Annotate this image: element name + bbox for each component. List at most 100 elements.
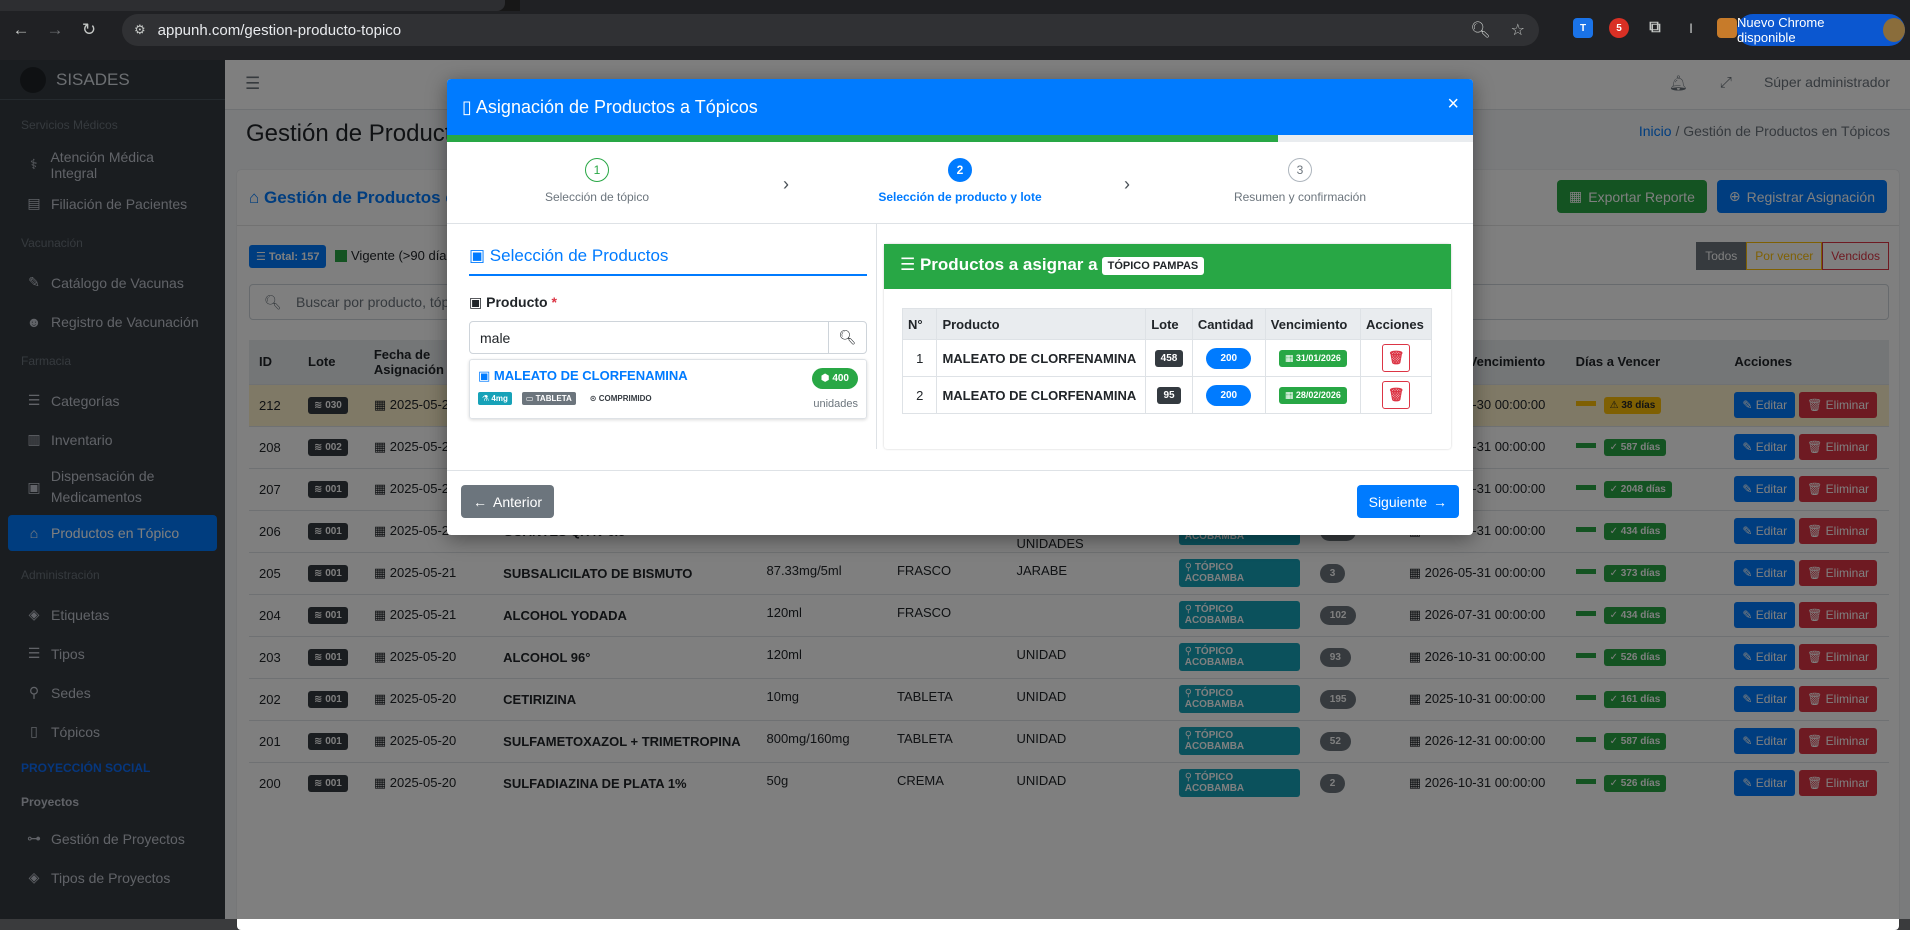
tag-text: TABLETA bbox=[535, 394, 572, 403]
zoom-icon[interactable]: 🔍︎ bbox=[1470, 20, 1490, 40]
cell-product: MALEATO DE CLORFENAMINA bbox=[936, 339, 1147, 377]
extension-translate-icon[interactable]: T bbox=[1573, 18, 1593, 38]
reload-icon[interactable]: ↻ bbox=[76, 20, 102, 40]
product-search-input[interactable]: male 🔍︎ bbox=[469, 321, 867, 354]
url-text: appunh.com/gestion-producto-topico bbox=[157, 21, 402, 39]
clipboard-icon: ▯ bbox=[462, 97, 476, 117]
extensions-puzzle-icon[interactable]: ⧉ bbox=[1645, 18, 1665, 38]
expiry-badge: ▦ 31/01/2026 bbox=[1278, 350, 1347, 367]
modal-title-text: Asignación de Productos a Tópicos bbox=[475, 97, 758, 117]
assigned-products-header: ☰ Productos a asignar a TÓPICO PAMPAS bbox=[884, 244, 1451, 289]
search-button[interactable]: 🔍︎ bbox=[828, 322, 866, 353]
profile-extension-icon[interactable] bbox=[1717, 18, 1737, 38]
quantity-badge[interactable]: 200 bbox=[1206, 384, 1252, 406]
cell-actions: 🗑︎ bbox=[1360, 339, 1432, 377]
cell-expiry: ▦ 31/01/2026 bbox=[1264, 339, 1362, 377]
modal-header: ▯ Asignación de Productos a Tópicos × bbox=[447, 79, 1473, 135]
expiry-value: 31/01/2026 bbox=[1295, 353, 1341, 363]
bookmark-star-icon[interactable]: ☆ bbox=[1511, 20, 1525, 40]
cubes-icon: ⬢ bbox=[820, 373, 833, 384]
modal-title: ▯ Asignación de Productos a Tópicos bbox=[462, 97, 758, 118]
cell-product: MALEATO DE CLORFENAMINA bbox=[936, 376, 1147, 414]
step-number: 3 bbox=[1288, 158, 1312, 182]
assigned-products-panel: ☰ Productos a asignar a TÓPICO PAMPAS N° P… bbox=[884, 244, 1451, 449]
column-header: Producto bbox=[936, 308, 1147, 340]
assigned-items-table: N° Producto Lote Cantidad Vencimiento Accione… bbox=[901, 308, 1432, 414]
product-selection-title: ▣ Selección de Productos bbox=[469, 246, 867, 276]
cell-quantity: 200 bbox=[1191, 339, 1266, 377]
active-tab[interactable] bbox=[0, 0, 505, 11]
assigned-row: 1 MALEATO DE CLORFENAMINA 458 200 ▦ 31/01/20… bbox=[901, 339, 1432, 377]
previous-button[interactable]: ← Anterior bbox=[461, 485, 555, 518]
calendar-icon: ▦ bbox=[1284, 353, 1296, 363]
search-result-item[interactable]: ▣ MALEATO DE CLORFENAMINA ⚗ 4mg ▭ TABLET… bbox=[469, 359, 867, 419]
tab-strip-fill bbox=[520, 0, 1910, 11]
result-tags: ⚗ 4mg ▭ TABLETA ⊙ COMPRIMIDO bbox=[478, 392, 858, 405]
site-info-icon[interactable]: ⚙ bbox=[134, 22, 146, 38]
lote-badge: 95 bbox=[1157, 387, 1181, 404]
back-icon[interactable]: ← bbox=[8, 20, 34, 40]
cell-quantity: 200 bbox=[1191, 376, 1266, 414]
cell-number: 1 bbox=[901, 339, 938, 377]
wizard-progress bbox=[447, 135, 1473, 142]
tab-strip bbox=[0, 0, 1910, 11]
panel-divider bbox=[876, 224, 877, 449]
cell-number: 2 bbox=[901, 376, 938, 414]
column-header: Vencimiento bbox=[1264, 308, 1362, 340]
step-label: Selección de producto y lote bbox=[878, 190, 1042, 204]
close-icon[interactable]: × bbox=[1447, 93, 1459, 116]
next-label: Siguiente bbox=[1368, 493, 1427, 510]
cell-lote: 458 bbox=[1145, 339, 1193, 377]
stock-unit: unidades bbox=[813, 398, 858, 410]
tag-text: COMPRIMIDO bbox=[598, 394, 652, 403]
wizard-progress-fill bbox=[447, 135, 1279, 142]
previous-label: Anterior bbox=[493, 493, 543, 510]
avatar[interactable] bbox=[1882, 18, 1905, 42]
cell-actions: 🗑︎ bbox=[1360, 376, 1432, 414]
step-1[interactable]: 1 Selección de tópico bbox=[487, 158, 707, 204]
chrome-update-button[interactable]: Nuevo Chrome disponible bbox=[1737, 14, 1905, 46]
extensions: T 5 ⧉ | bbox=[1573, 18, 1737, 38]
product-label: ▣ Producto * bbox=[469, 294, 867, 311]
column-header: Acciones bbox=[1360, 308, 1432, 340]
assigned-table-header-row: N° Producto Lote Cantidad Vencimiento Accione… bbox=[901, 308, 1432, 340]
cell-expiry: ▦ 28/02/2026 bbox=[1264, 376, 1362, 414]
step-2[interactable]: 2 Selección de producto y lote bbox=[850, 158, 1070, 204]
update-label: Nuevo Chrome disponible bbox=[1737, 15, 1825, 45]
extension-badge-icon[interactable]: 5 bbox=[1609, 18, 1629, 38]
step-number: 2 bbox=[948, 158, 972, 182]
address-bar[interactable]: ⚙ appunh.com/gestion-producto-topico 🔍︎ … bbox=[122, 14, 1539, 46]
expiry-badge: ▦ 28/02/2026 bbox=[1278, 387, 1347, 404]
column-header: Cantidad bbox=[1191, 308, 1266, 340]
product-selection-panel: ▣ Selección de Productos ▣ Producto * ma… bbox=[469, 246, 867, 419]
modal-footer: ← Anterior Siguiente → bbox=[447, 470, 1473, 535]
product-selection-title-text: Selección de Productos bbox=[489, 246, 669, 265]
quantity-badge[interactable]: 200 bbox=[1206, 347, 1252, 369]
trash-icon: 🗑︎ bbox=[1387, 350, 1405, 365]
remove-item-button[interactable]: 🗑︎ bbox=[1382, 344, 1410, 372]
arrow-left-icon: ← bbox=[473, 493, 487, 510]
arrow-right-icon: → bbox=[1433, 493, 1447, 510]
presentation-tag: ▭ TABLETA bbox=[521, 392, 576, 405]
required-mark: * bbox=[551, 294, 557, 310]
chevron-right-icon: › bbox=[1124, 174, 1130, 194]
assigned-products-title: Productos a asignar a bbox=[919, 255, 1098, 274]
assignment-modal: ▯ Asignación de Productos a Tópicos × 1 S… bbox=[447, 79, 1473, 535]
bottle-icon: ▣ bbox=[469, 294, 487, 310]
next-button[interactable]: Siguiente → bbox=[1356, 485, 1459, 518]
concentration-tag: ⚗ 4mg bbox=[478, 392, 512, 405]
result-name: ▣ MALEATO DE CLORFENAMINA bbox=[478, 368, 858, 384]
chevron-right-icon: › bbox=[783, 174, 789, 194]
lote-badge: 458 bbox=[1154, 350, 1184, 367]
topic-badge: TÓPICO PAMPAS bbox=[1101, 257, 1205, 275]
forward-icon[interactable]: → bbox=[42, 20, 68, 40]
navigation-bar: ← → ↻ ⚙ appunh.com/gestion-producto-topi… bbox=[0, 14, 1910, 46]
stock-badge: ⬢ 400 bbox=[811, 368, 858, 389]
step-3[interactable]: 3 Resumen y confirmación bbox=[1190, 158, 1410, 204]
remove-item-button[interactable]: 🗑︎ bbox=[1382, 381, 1410, 409]
cell-lote: 95 bbox=[1145, 376, 1193, 414]
unit-tag: ⊙ COMPRIMIDO bbox=[585, 392, 656, 405]
wizard-steps: 1 Selección de tópico › 2 Selección de pro… bbox=[447, 142, 1473, 224]
step-label: Resumen y confirmación bbox=[1233, 190, 1367, 204]
search-icon: 🔍︎ bbox=[838, 329, 857, 345]
